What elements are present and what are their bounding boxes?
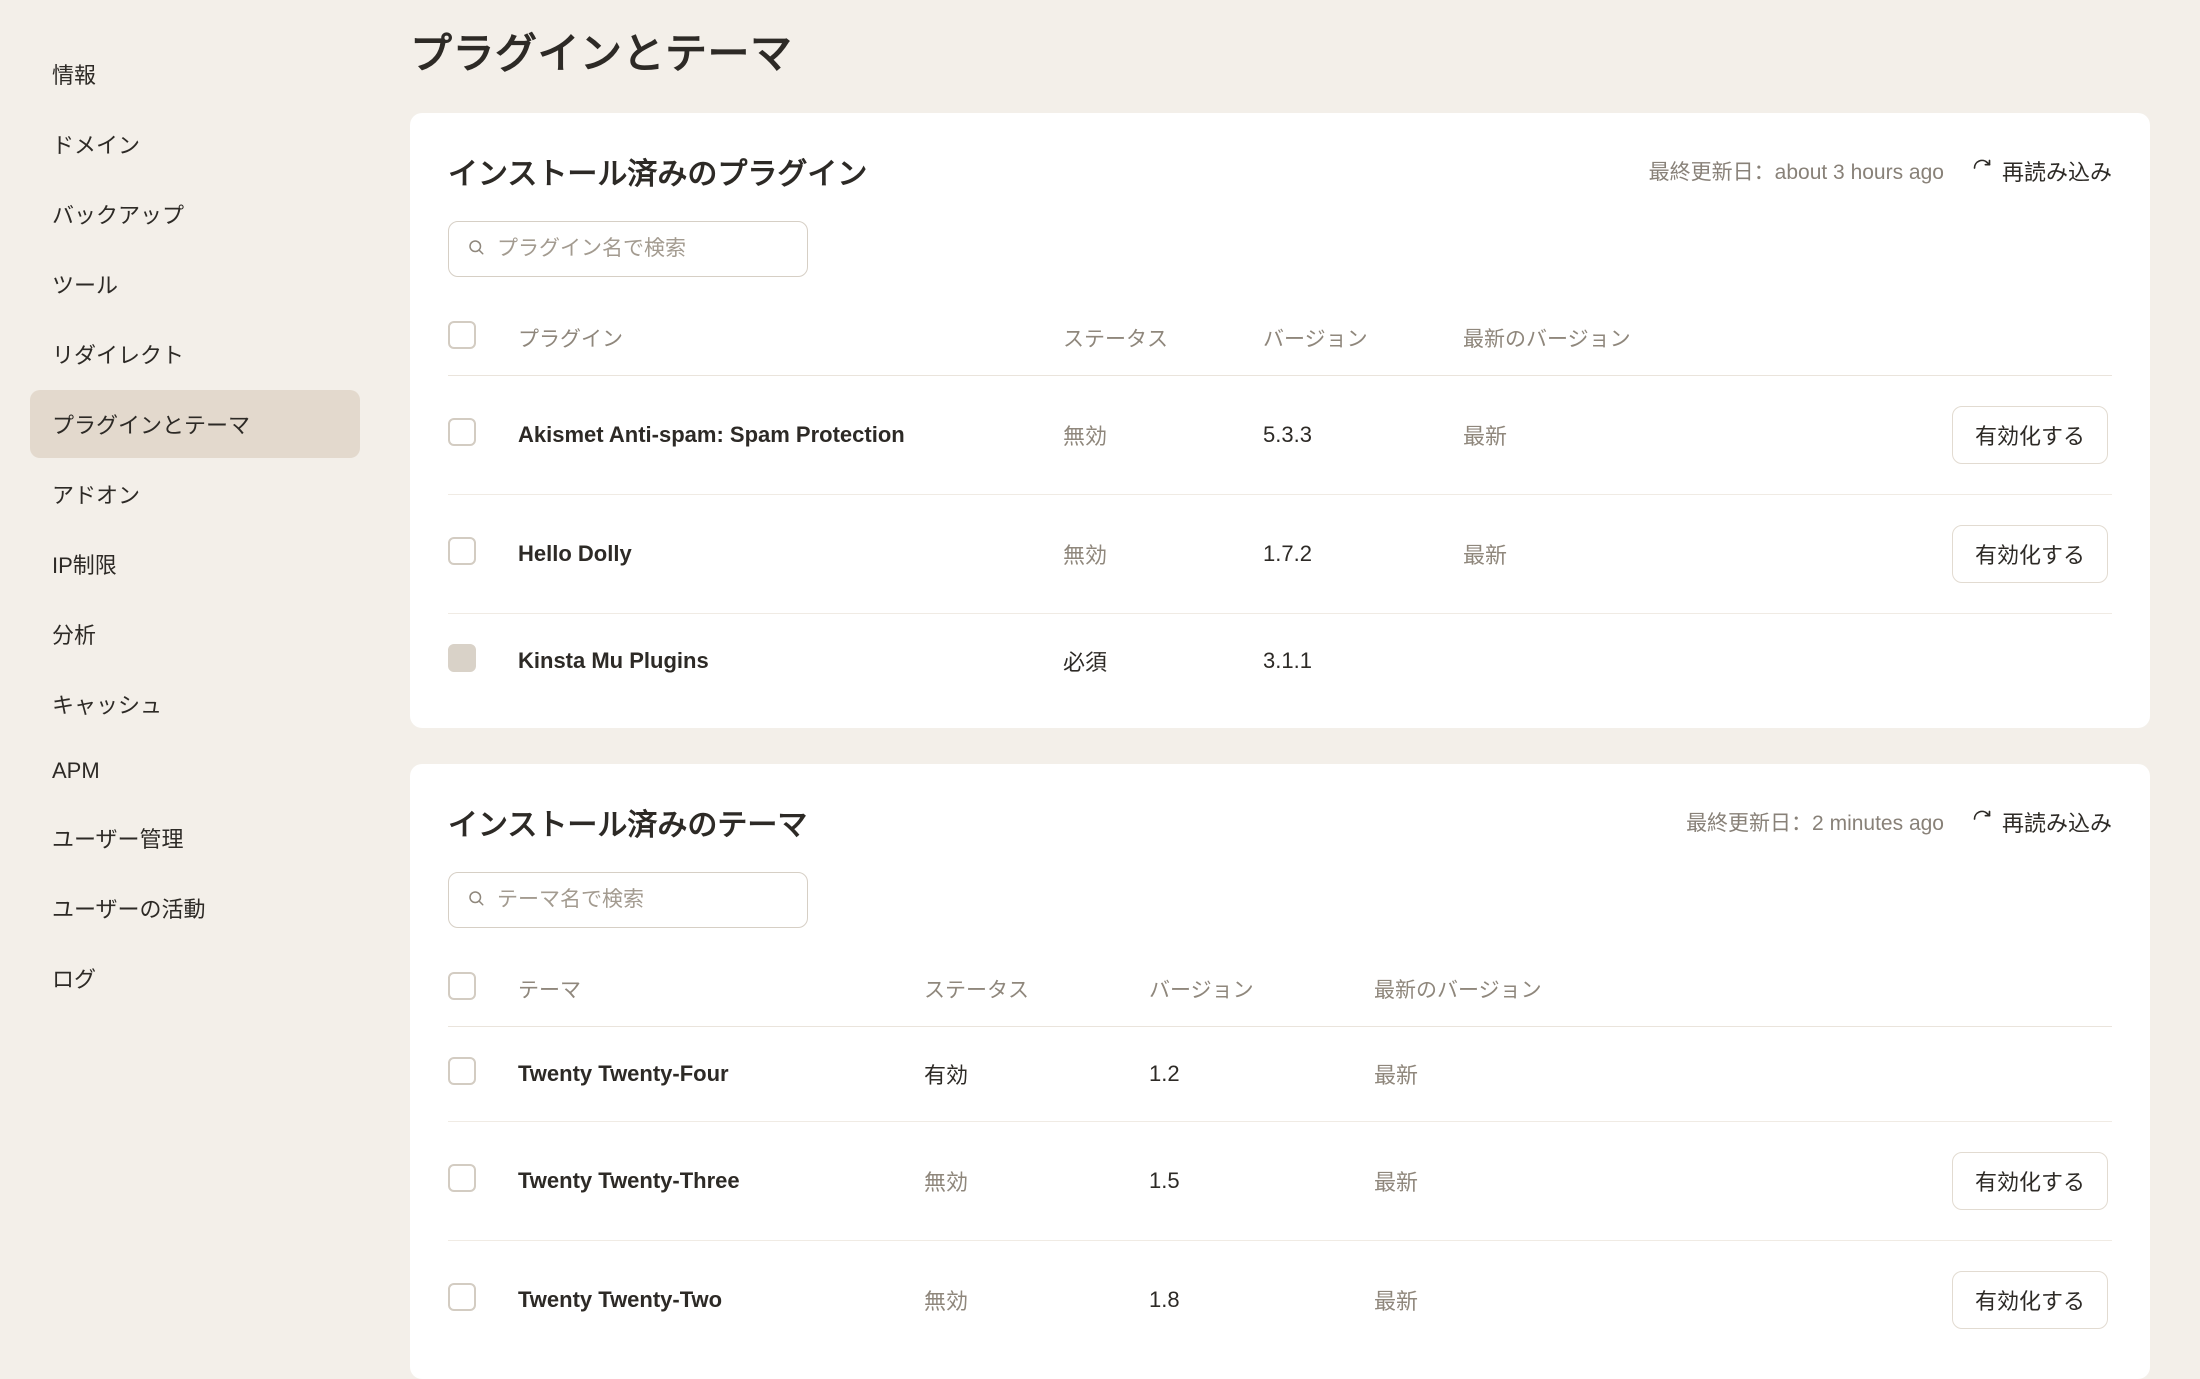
plugin-name: Kinsta Mu Plugins — [518, 614, 1063, 709]
sidebar-item-apm[interactable]: APM — [30, 740, 360, 802]
theme-status: 無効 — [924, 1241, 1149, 1360]
row-checkbox — [448, 644, 476, 672]
reload-icon — [1972, 809, 1992, 835]
table-row: Akismet Anti‑spam: Spam Protection 無効 5.… — [448, 376, 2112, 495]
sidebar-item-user-mgmt[interactable]: ユーザー管理 — [30, 804, 360, 872]
table-row: Twenty Twenty‑Three 無効 1.5 最新 有効化する — [448, 1122, 2112, 1241]
row-checkbox[interactable] — [448, 537, 476, 565]
theme-name: Twenty Twenty‑Three — [518, 1122, 924, 1241]
theme-version: 1.2 — [1149, 1027, 1374, 1122]
theme-version: 1.5 — [1149, 1122, 1374, 1241]
themes-title: インストール済みのテーマ — [448, 800, 807, 844]
plugin-version: 1.7.2 — [1263, 495, 1463, 614]
themes-last-updated: 最終更新日：2 minutes ago — [1686, 807, 1944, 837]
table-row: Hello Dolly 無効 1.7.2 最新 有効化する — [448, 495, 2112, 614]
plugins-select-all-checkbox[interactable] — [448, 321, 476, 349]
plugin-name: Akismet Anti‑spam: Spam Protection — [518, 376, 1063, 495]
plugins-card: インストール済みのプラグイン 最終更新日：about 3 hours ago 再… — [410, 113, 2150, 728]
row-checkbox[interactable] — [448, 1283, 476, 1311]
plugins-search-input[interactable] — [497, 237, 789, 261]
activate-button[interactable]: 有効化する — [1952, 406, 2108, 464]
themes-header-version: バージョン — [1149, 958, 1374, 1027]
plugins-reload-button[interactable]: 再読み込み — [1972, 155, 2112, 187]
page-title: プラグインとテーマ — [410, 20, 2150, 81]
activate-button[interactable]: 有効化する — [1952, 1152, 2108, 1210]
main-content: プラグインとテーマ インストール済みのプラグイン 最終更新日：about 3 h… — [390, 0, 2200, 1360]
plugins-last-updated: 最終更新日：about 3 hours ago — [1649, 156, 1944, 186]
sidebar-item-logs[interactable]: ログ — [30, 944, 360, 1012]
plugins-header-latest: 最新のバージョン — [1463, 307, 1913, 376]
sidebar-item-info[interactable]: 情報 — [30, 40, 360, 108]
table-row: Twenty Twenty‑Four 有効 1.2 最新 — [448, 1027, 2112, 1122]
table-row: Kinsta Mu Plugins 必須 3.1.1 — [448, 614, 2112, 709]
plugins-reload-label: 再読み込み — [2002, 155, 2112, 187]
sidebar: 情報 ドメイン バックアップ ツール リダイレクト プラグインとテーマ アドオン… — [0, 0, 390, 1360]
themes-header-status: ステータス — [924, 958, 1149, 1027]
plugins-title: インストール済みのプラグイン — [448, 149, 867, 193]
sidebar-item-ip-restrict[interactable]: IP制限 — [30, 530, 360, 598]
plugins-header-name: プラグイン — [518, 307, 1063, 376]
themes-header-latest: 最新のバージョン — [1374, 958, 1914, 1027]
themes-select-all-checkbox[interactable] — [448, 972, 476, 1000]
theme-name: Twenty Twenty‑Four — [518, 1027, 924, 1122]
plugin-name: Hello Dolly — [518, 495, 1063, 614]
plugins-header-status: ステータス — [1063, 307, 1263, 376]
themes-card: インストール済みのテーマ 最終更新日：2 minutes ago 再読み込み — [410, 764, 2150, 1379]
themes-table: テーマ ステータス バージョン 最新のバージョン Twenty Twenty‑F… — [448, 958, 2112, 1359]
row-checkbox[interactable] — [448, 1164, 476, 1192]
plugin-latest: 最新 — [1463, 495, 1913, 614]
row-checkbox[interactable] — [448, 1057, 476, 1085]
plugin-version: 3.1.1 — [1263, 614, 1463, 709]
sidebar-item-backup[interactable]: バックアップ — [30, 180, 360, 248]
sidebar-item-cache[interactable]: キャッシュ — [30, 670, 360, 738]
sidebar-item-domain[interactable]: ドメイン — [30, 110, 360, 178]
plugins-search-box[interactable] — [448, 221, 808, 277]
theme-name: Twenty Twenty‑Two — [518, 1241, 924, 1360]
theme-latest: 最新 — [1374, 1027, 1914, 1122]
activate-button[interactable]: 有効化する — [1952, 1271, 2108, 1329]
themes-reload-label: 再読み込み — [2002, 806, 2112, 838]
sidebar-item-analytics[interactable]: 分析 — [30, 600, 360, 668]
sidebar-item-user-activity[interactable]: ユーザーの活動 — [30, 874, 360, 942]
plugins-table: プラグイン ステータス バージョン 最新のバージョン Akismet Anti‑… — [448, 307, 2112, 708]
activate-button[interactable]: 有効化する — [1952, 525, 2108, 583]
sidebar-item-redirect[interactable]: リダイレクト — [30, 320, 360, 388]
theme-version: 1.8 — [1149, 1241, 1374, 1360]
plugin-version: 5.3.3 — [1263, 376, 1463, 495]
plugins-header-version: バージョン — [1263, 307, 1463, 376]
theme-status: 有効 — [924, 1027, 1149, 1122]
sidebar-item-tools[interactable]: ツール — [30, 250, 360, 318]
table-row: Twenty Twenty‑Two 無効 1.8 最新 有効化する — [448, 1241, 2112, 1360]
theme-status: 無効 — [924, 1122, 1149, 1241]
search-icon — [467, 236, 485, 262]
themes-header-name: テーマ — [518, 958, 924, 1027]
sidebar-item-plugins-themes[interactable]: プラグインとテーマ — [30, 390, 360, 458]
themes-reload-button[interactable]: 再読み込み — [1972, 806, 2112, 838]
plugin-latest — [1463, 614, 1913, 709]
sidebar-item-addons[interactable]: アドオン — [30, 460, 360, 528]
plugin-latest: 最新 — [1463, 376, 1913, 495]
reload-icon — [1972, 158, 1992, 184]
plugin-status: 無効 — [1063, 495, 1263, 614]
themes-search-box[interactable] — [448, 872, 808, 928]
plugin-status: 必須 — [1063, 614, 1263, 709]
row-checkbox[interactable] — [448, 418, 476, 446]
themes-search-input[interactable] — [497, 888, 789, 912]
plugin-status: 無効 — [1063, 376, 1263, 495]
search-icon — [467, 887, 485, 913]
theme-latest: 最新 — [1374, 1122, 1914, 1241]
theme-latest: 最新 — [1374, 1241, 1914, 1360]
